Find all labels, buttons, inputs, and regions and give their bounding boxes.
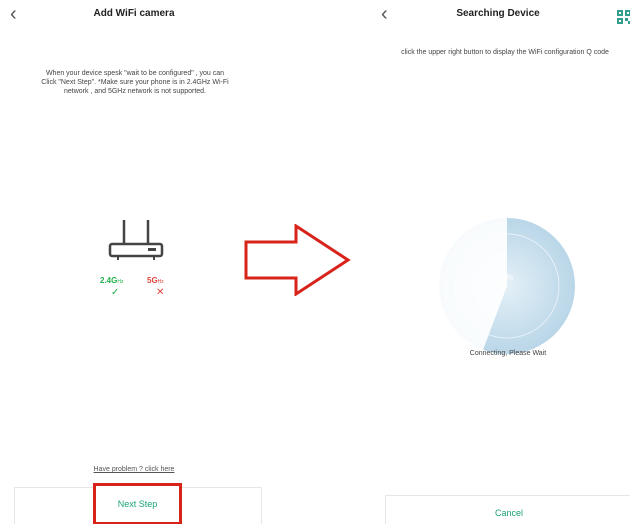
add-wifi-camera-screen: ‹ Add WiFi camera When your device spesk… [0, 0, 268, 524]
band-5ghz-label: 5GHz [147, 276, 164, 285]
cross-icon: ✕ [156, 287, 165, 298]
radar-progress [439, 218, 575, 354]
qr-code-icon[interactable] [617, 10, 630, 24]
next-step-button[interactable]: Next Step [93, 483, 182, 524]
page-title: Searching Device [456, 8, 540, 19]
right-arrow-icon [244, 224, 351, 296]
page-title: Add WiFi camera [93, 8, 175, 19]
searching-device-screen: ‹ Searching Device click the upper right… [366, 0, 630, 524]
instructions-text: When your device spesk "wait to be confi… [41, 70, 229, 95]
cancel-button[interactable]: Cancel [385, 495, 630, 524]
router-icon [108, 220, 164, 260]
help-link[interactable]: Have problem ? click here [0, 466, 268, 473]
connecting-status: Connecting, Please Wait [469, 350, 547, 357]
check-icon: ✓ [111, 287, 120, 298]
progress-percent: 8% [500, 272, 514, 282]
qr-hint-text: click the upper right button to display … [401, 49, 609, 56]
band-24ghz-label: 2.4GHz [100, 276, 124, 285]
